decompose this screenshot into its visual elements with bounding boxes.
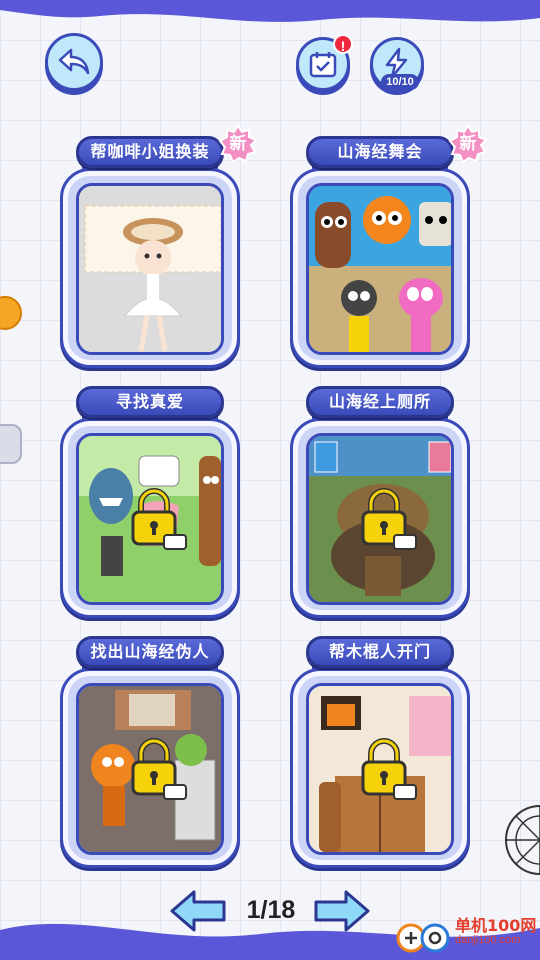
side-shop-icon[interactable] xyxy=(0,424,22,464)
back-arrow-icon xyxy=(58,48,90,75)
card-title: 山海经上厕所 xyxy=(306,386,454,418)
new-badge: 新 xyxy=(218,124,258,164)
card-title: 山海经舞会 xyxy=(306,136,454,168)
game-thumbnail xyxy=(76,433,224,605)
video-ad-icon xyxy=(393,784,417,800)
back-button[interactable] xyxy=(45,33,103,91)
ferris-wheel-decoration xyxy=(505,805,540,875)
game-thumbnail xyxy=(76,683,224,855)
watermark-logo-icon xyxy=(396,923,450,953)
card-title: 帮咖啡小姐换装 xyxy=(76,136,224,168)
side-reward-icon[interactable] xyxy=(0,296,22,330)
card-title: 寻找真爱 xyxy=(76,386,224,418)
video-ad-icon xyxy=(163,534,187,550)
energy-button[interactable]: 10/10 xyxy=(370,37,424,91)
game-thumbnail xyxy=(76,183,224,355)
game-card-coffee-dressup[interactable]: 帮咖啡小姐换装 新 xyxy=(60,124,258,370)
game-card-shanhai-toilet[interactable]: 山海经上厕所 xyxy=(290,378,470,620)
card-title: 帮木棍人开门 xyxy=(306,636,454,668)
energy-count: 10/10 xyxy=(381,74,419,90)
game-card-find-impostor[interactable]: 找出山海经伪人 xyxy=(60,628,240,870)
game-card-open-door[interactable]: 帮木棍人开门 xyxy=(290,628,470,870)
game-card-find-true-love[interactable]: 寻找真爱 xyxy=(60,378,240,620)
video-ad-icon xyxy=(163,784,187,800)
prev-page-arrow-icon[interactable] xyxy=(168,888,228,934)
calendar-check-icon xyxy=(309,52,337,78)
watermark-url: danji100.com xyxy=(455,934,521,946)
daily-checkin-button[interactable]: ! xyxy=(296,34,353,91)
site-watermark: 单机100网 danji100.com xyxy=(395,912,540,958)
page-indicator: 1/18 xyxy=(246,896,296,924)
notification-badge: ! xyxy=(333,34,353,54)
game-thumbnail xyxy=(306,683,454,855)
card-title: 找出山海经伪人 xyxy=(76,636,224,668)
video-ad-icon xyxy=(393,534,417,550)
new-badge: 新 xyxy=(448,124,488,164)
game-thumbnail xyxy=(306,183,454,355)
game-thumbnail xyxy=(306,433,454,605)
watermark-name: 单机100网 xyxy=(455,916,537,935)
next-page-arrow-icon[interactable] xyxy=(312,888,372,934)
game-card-shanhai-ball[interactable]: 山海经舞会 新 xyxy=(290,124,488,370)
